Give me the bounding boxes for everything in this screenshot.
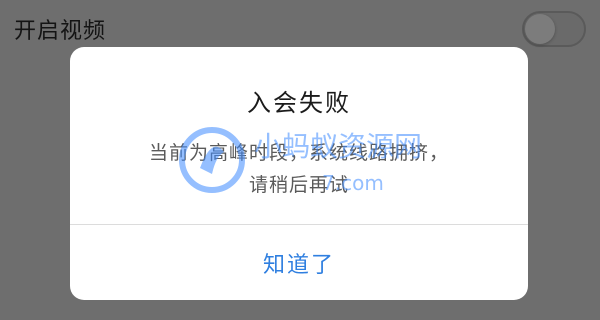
dialog-content: 入会失败 当前为高峰时段，系统线路拥挤， 请稍后再试 — [70, 47, 528, 224]
dialog-title: 入会失败 — [247, 89, 351, 117]
alert-dialog: 入会失败 当前为高峰时段，系统线路拥挤， 请稍后再试 知道了 — [70, 47, 528, 300]
video-toggle-switch[interactable] — [522, 11, 586, 47]
dialog-message-line-2: 请稍后再试 — [248, 174, 349, 196]
dialog-message-line-1: 当前为高峰时段，系统线路拥挤， — [148, 142, 449, 164]
got-it-button[interactable]: 知道了 — [70, 225, 528, 300]
toggle-knob — [525, 14, 555, 44]
video-setting-label: 开启视频 — [14, 19, 107, 44]
dialog-message: 当前为高峰时段，系统线路拥挤， 请稍后再试 — [70, 137, 528, 201]
